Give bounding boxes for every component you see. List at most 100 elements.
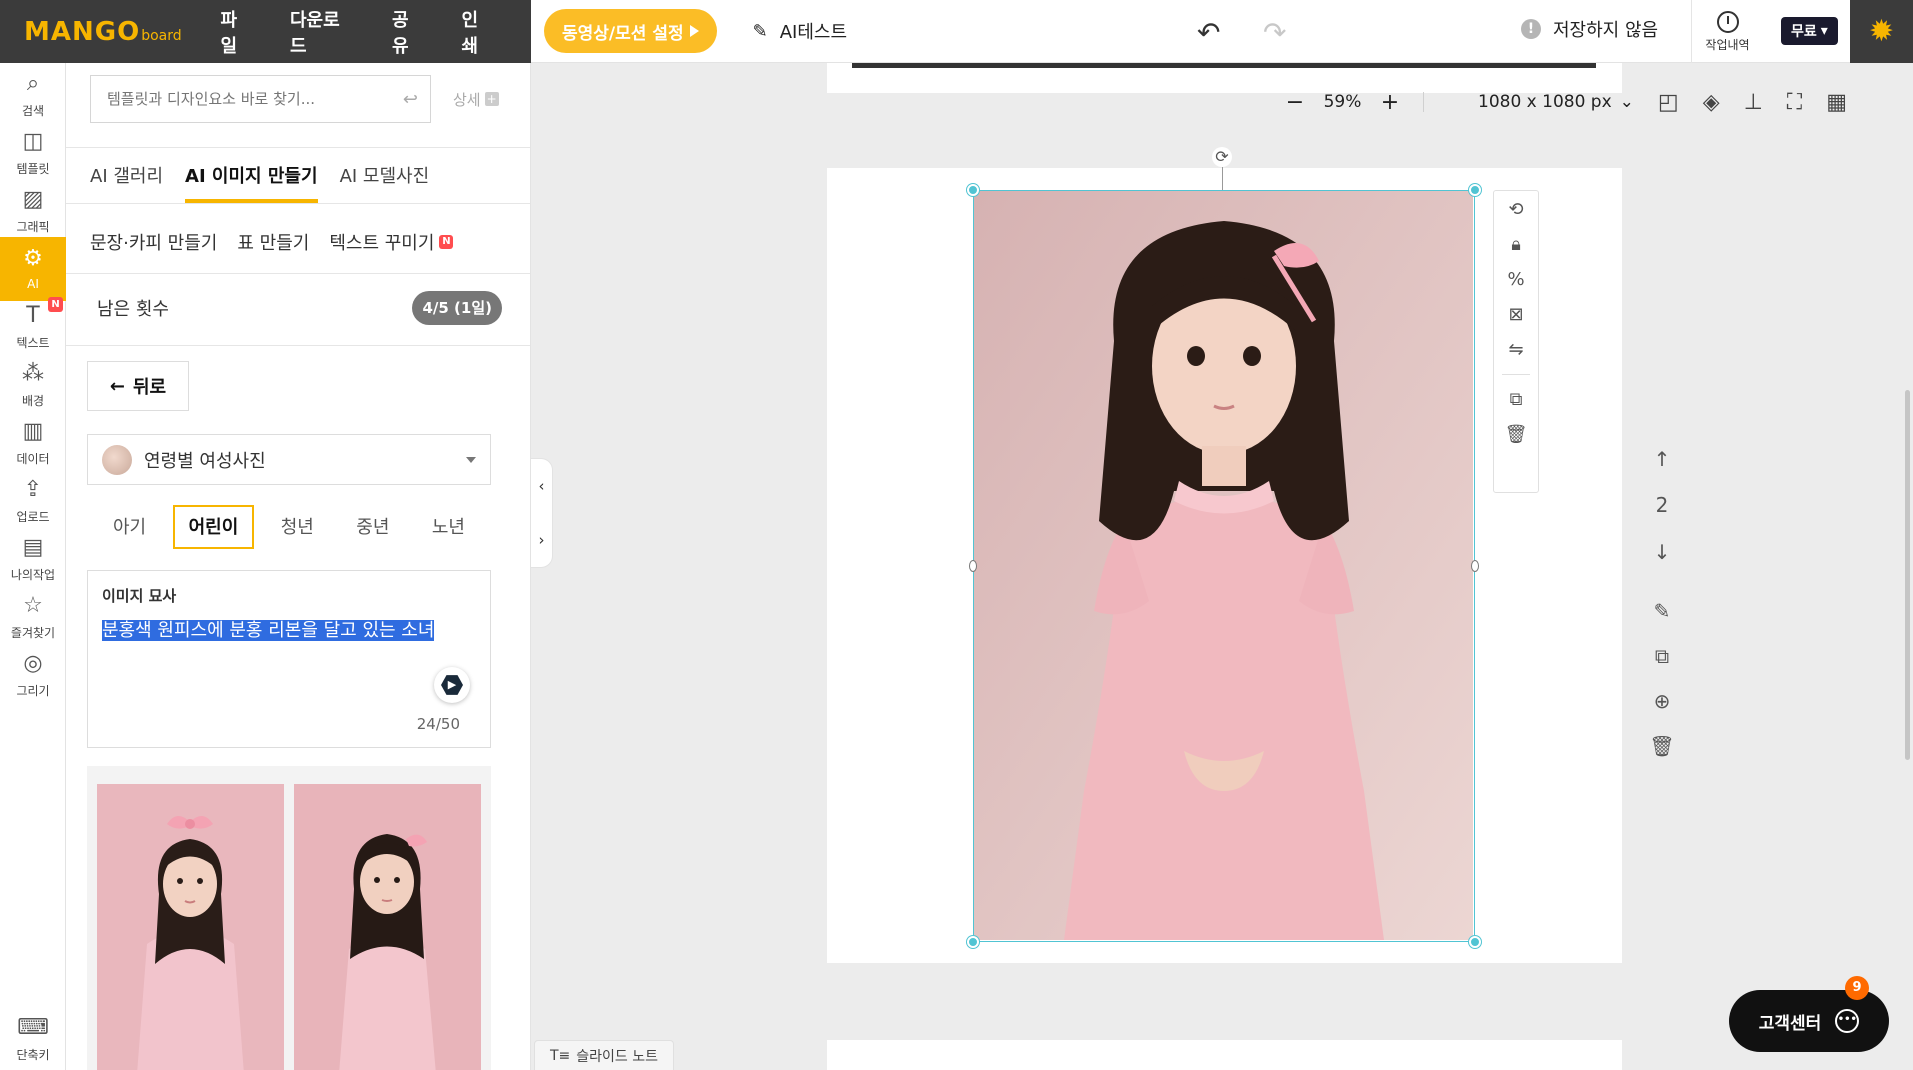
search-field[interactable]: ↩ (90, 75, 431, 123)
rail-shortcuts[interactable]: ⌨ 단축키 (0, 1007, 66, 1070)
ai-icon: ⚙ (23, 246, 43, 271)
zoom-in-button[interactable]: + (1375, 90, 1405, 115)
chevron-left-icon[interactable]: ‹ (539, 477, 545, 495)
replace-icon[interactable]: ⟲ (1508, 199, 1523, 220)
rail-template[interactable]: ◫ 템플릿 (0, 121, 66, 185)
tab-ai-image-create[interactable]: AI 이미지 만들기 (185, 155, 318, 203)
rotate-icon[interactable]: ⟳ (1212, 147, 1232, 167)
age-young[interactable]: 청년 (265, 505, 330, 549)
settings-button[interactable]: ✹ (1850, 0, 1913, 63)
generate-icon: ▶ (441, 675, 463, 695)
menu-file[interactable]: 파일 (220, 6, 253, 58)
slide-note-tab[interactable]: T≡ 슬라이드 노트 (534, 1040, 674, 1070)
arrow-down-icon[interactable]: ↓ (1654, 529, 1671, 574)
image-description-field[interactable]: 이미지 묘사 분홍색 원피스에 분홍 리본을 달고 있는 소녀 ▶ 24/50 (87, 570, 491, 748)
divider (66, 345, 530, 346)
chart-icon: ▥ (22, 418, 44, 444)
document-title-text: AI테스트 (779, 22, 848, 43)
keyboard-icon: ⌨ (17, 1014, 49, 1040)
tab-ai-gallery[interactable]: AI 갤러리 (90, 155, 163, 203)
delete-icon[interactable]: 🗑︎ (1505, 424, 1528, 445)
rail-favorites[interactable]: ☆ 즐겨찾기 (0, 585, 66, 649)
resize-handle-bottom-right[interactable] (1469, 936, 1481, 948)
template-icon: ◫ (22, 128, 44, 154)
resize-handle-left[interactable] (969, 560, 977, 572)
rail-my-work[interactable]: ▤ 나의작업 (0, 527, 66, 591)
crop-icon[interactable]: ⊠ (1508, 304, 1523, 325)
copy-page-icon[interactable]: ⧉ (1655, 633, 1669, 678)
panel-collapse-toggle[interactable]: ‹ › (531, 458, 553, 568)
resize-handle-top-left[interactable] (967, 184, 979, 196)
draw-icon: ◎ (23, 650, 43, 676)
redo-icon[interactable]: ↷ (1263, 16, 1286, 49)
age-senior[interactable]: 노년 (416, 505, 481, 549)
result-image[interactable] (97, 784, 284, 1070)
text-icon: T (26, 302, 40, 328)
undo-icon[interactable]: ↶ (1197, 16, 1220, 49)
category-select[interactable]: 연령별 여성사진 (87, 434, 491, 485)
rail-background[interactable]: ⁂ 배경 (0, 353, 66, 417)
plan-dropdown[interactable]: 무료 ▾ (1781, 17, 1838, 45)
menu-share[interactable]: 공유 (392, 6, 425, 58)
logo[interactable]: MANGO board (24, 17, 182, 47)
plus-icon: + (484, 92, 499, 106)
history-button[interactable]: 작업내역 (1691, 0, 1763, 63)
customer-center-button[interactable]: 고객센터 ••• (1729, 990, 1889, 1052)
layers-icon[interactable]: ◈ (1703, 90, 1720, 115)
next-page[interactable] (827, 1040, 1622, 1070)
vertical-scrollbar[interactable] (1905, 390, 1910, 760)
resize-handle-bottom-left[interactable] (967, 936, 979, 948)
rail-ai[interactable]: ⚙ AI (0, 237, 66, 301)
add-page-icon[interactable]: ⊕ (1654, 678, 1671, 723)
resize-handle-right[interactable] (1471, 560, 1479, 572)
rail-label: 업로드 (16, 509, 50, 524)
lock-icon[interactable]: 🔒︎ (1511, 234, 1521, 255)
menu-print[interactable]: 인쇄 (462, 6, 495, 58)
note-icon: T≡ (549, 1047, 571, 1064)
generate-button[interactable]: ▶ (434, 667, 470, 703)
age-middle[interactable]: 중년 (340, 505, 405, 549)
tab-ai-model-photo[interactable]: AI 모델사진 (340, 155, 430, 203)
rail-upload[interactable]: ⇪ 업로드 (0, 469, 66, 533)
subtab-text-deco[interactable]: 텍스트 꾸미기 N (329, 229, 454, 255)
upload-icon: ⇪ (23, 476, 43, 502)
fit-icon[interactable]: ⛶ (1787, 90, 1802, 115)
page-setting-icon[interactable]: ◰ (1658, 90, 1679, 115)
rail-graphic[interactable]: ▨ 그래픽 (0, 179, 66, 243)
menu-download[interactable]: 다운로드 (290, 6, 355, 58)
color-picker-icon[interactable]: ✎ (1654, 588, 1671, 633)
subtab-table[interactable]: 표 만들기 (237, 229, 309, 255)
zoom-value[interactable]: 59% (1310, 92, 1375, 112)
divider (66, 203, 530, 204)
detail-search-button[interactable]: 상세 + (453, 89, 499, 110)
transparency-icon[interactable]: % (1507, 269, 1524, 290)
zoom-out-button[interactable]: − (1280, 90, 1310, 115)
document-title[interactable]: ✎ AI테스트 (753, 18, 847, 44)
flip-icon[interactable]: ⇋ (1508, 339, 1523, 360)
subtab-copy[interactable]: 문장·카피 만들기 (90, 229, 217, 255)
resize-handle-top-right[interactable] (1469, 184, 1481, 196)
description-text[interactable]: 분홍색 원피스에 분홍 리본을 달고 있는 소녀 (102, 616, 476, 642)
search-input[interactable] (107, 90, 387, 108)
divider (66, 147, 530, 148)
grid-view-icon[interactable]: ▦ (1826, 90, 1847, 115)
canvas-size-select[interactable]: 1080 x 1080 px ⌄ (1478, 92, 1634, 112)
ruler-icon[interactable]: ⊥ (1744, 90, 1763, 115)
age-child[interactable]: 어린이 (172, 505, 255, 549)
divider (1502, 374, 1530, 375)
delete-page-icon[interactable]: 🗑︎ (1649, 723, 1674, 768)
arrow-up-icon[interactable]: ↑ (1654, 436, 1671, 481)
motion-settings-button[interactable]: 동영상/모션 설정 (544, 9, 717, 53)
chevron-right-icon[interactable]: › (539, 531, 545, 549)
character-count: 24/50 (416, 715, 460, 733)
rail-search[interactable]: ⌕ 검색 (0, 63, 66, 127)
age-baby[interactable]: 아기 (97, 505, 162, 549)
selected-image[interactable] (973, 190, 1475, 942)
result-image[interactable] (294, 784, 481, 1070)
rail-text[interactable]: T 텍스트 N (0, 295, 66, 359)
rail-draw[interactable]: ◎ 그리기 (0, 643, 66, 707)
rail-label: 즐겨찾기 (10, 625, 56, 640)
back-button[interactable]: ← 뒤로 (87, 361, 189, 411)
rail-data[interactable]: ▥ 데이터 (0, 411, 66, 475)
duplicate-icon[interactable]: ⧉ (1510, 389, 1523, 410)
